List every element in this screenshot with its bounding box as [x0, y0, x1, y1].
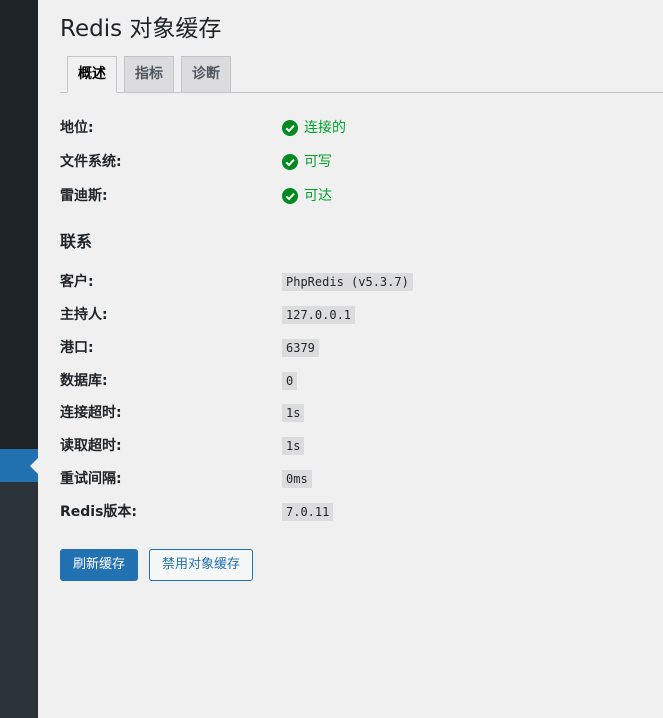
check-circle-icon — [282, 188, 298, 204]
client-value: PhpRedis (v5.3.7) — [282, 273, 413, 291]
connect-timeout-value: 1s — [282, 404, 305, 422]
database-label: 数据库: — [60, 373, 108, 389]
tab-overview[interactable]: 概述 — [67, 56, 117, 93]
read-timeout-label: 读取超时: — [60, 438, 122, 454]
sidebar-lower-section — [0, 482, 38, 718]
read-timeout-value: 1s — [282, 437, 305, 455]
check-circle-icon — [282, 120, 298, 136]
check-circle-icon — [282, 154, 298, 170]
host-label: 主持人: — [60, 307, 108, 323]
tab-metrics[interactable]: 指标 — [124, 56, 174, 92]
tab-bar: 概述 指标 诊断 — [60, 56, 663, 93]
sidebar-active-arrow — [30, 458, 38, 474]
redis-label: 雷迪斯: — [60, 188, 108, 204]
retry-interval-value: 0ms — [282, 470, 312, 488]
database-value: 0 — [282, 372, 298, 390]
host-value: 127.0.0.1 — [282, 306, 356, 324]
flush-cache-button[interactable]: 刷新缓存 — [60, 549, 139, 581]
status-value: 连接的 — [282, 117, 346, 139]
tab-diagnostics[interactable]: 诊断 — [181, 56, 231, 92]
redis-value: 可达 — [282, 185, 332, 207]
client-label: 客户: — [60, 274, 94, 290]
filesystem-label: 文件系统: — [60, 154, 122, 170]
filesystem-text: 可写 — [304, 154, 332, 170]
admin-sidebar — [0, 0, 38, 718]
port-label: 港口: — [60, 340, 94, 356]
retry-interval-label: 重试间隔: — [60, 471, 122, 487]
filesystem-value: 可写 — [282, 151, 332, 173]
port-value: 6379 — [282, 339, 319, 357]
redis-version-value: 7.0.11 — [282, 503, 334, 521]
disable-object-cache-button[interactable]: 禁用对象缓存 — [149, 549, 254, 581]
status-label: 地位: — [60, 120, 94, 136]
connection-section-title: 联系 — [60, 232, 93, 251]
redis-version-label: Redis版本: — [60, 504, 138, 520]
status-text: 连接的 — [304, 120, 346, 136]
connect-timeout-label: 连接超时: — [60, 405, 122, 421]
redis-text: 可达 — [304, 188, 332, 204]
page-title: Redis 对象缓存 — [60, 16, 222, 42]
